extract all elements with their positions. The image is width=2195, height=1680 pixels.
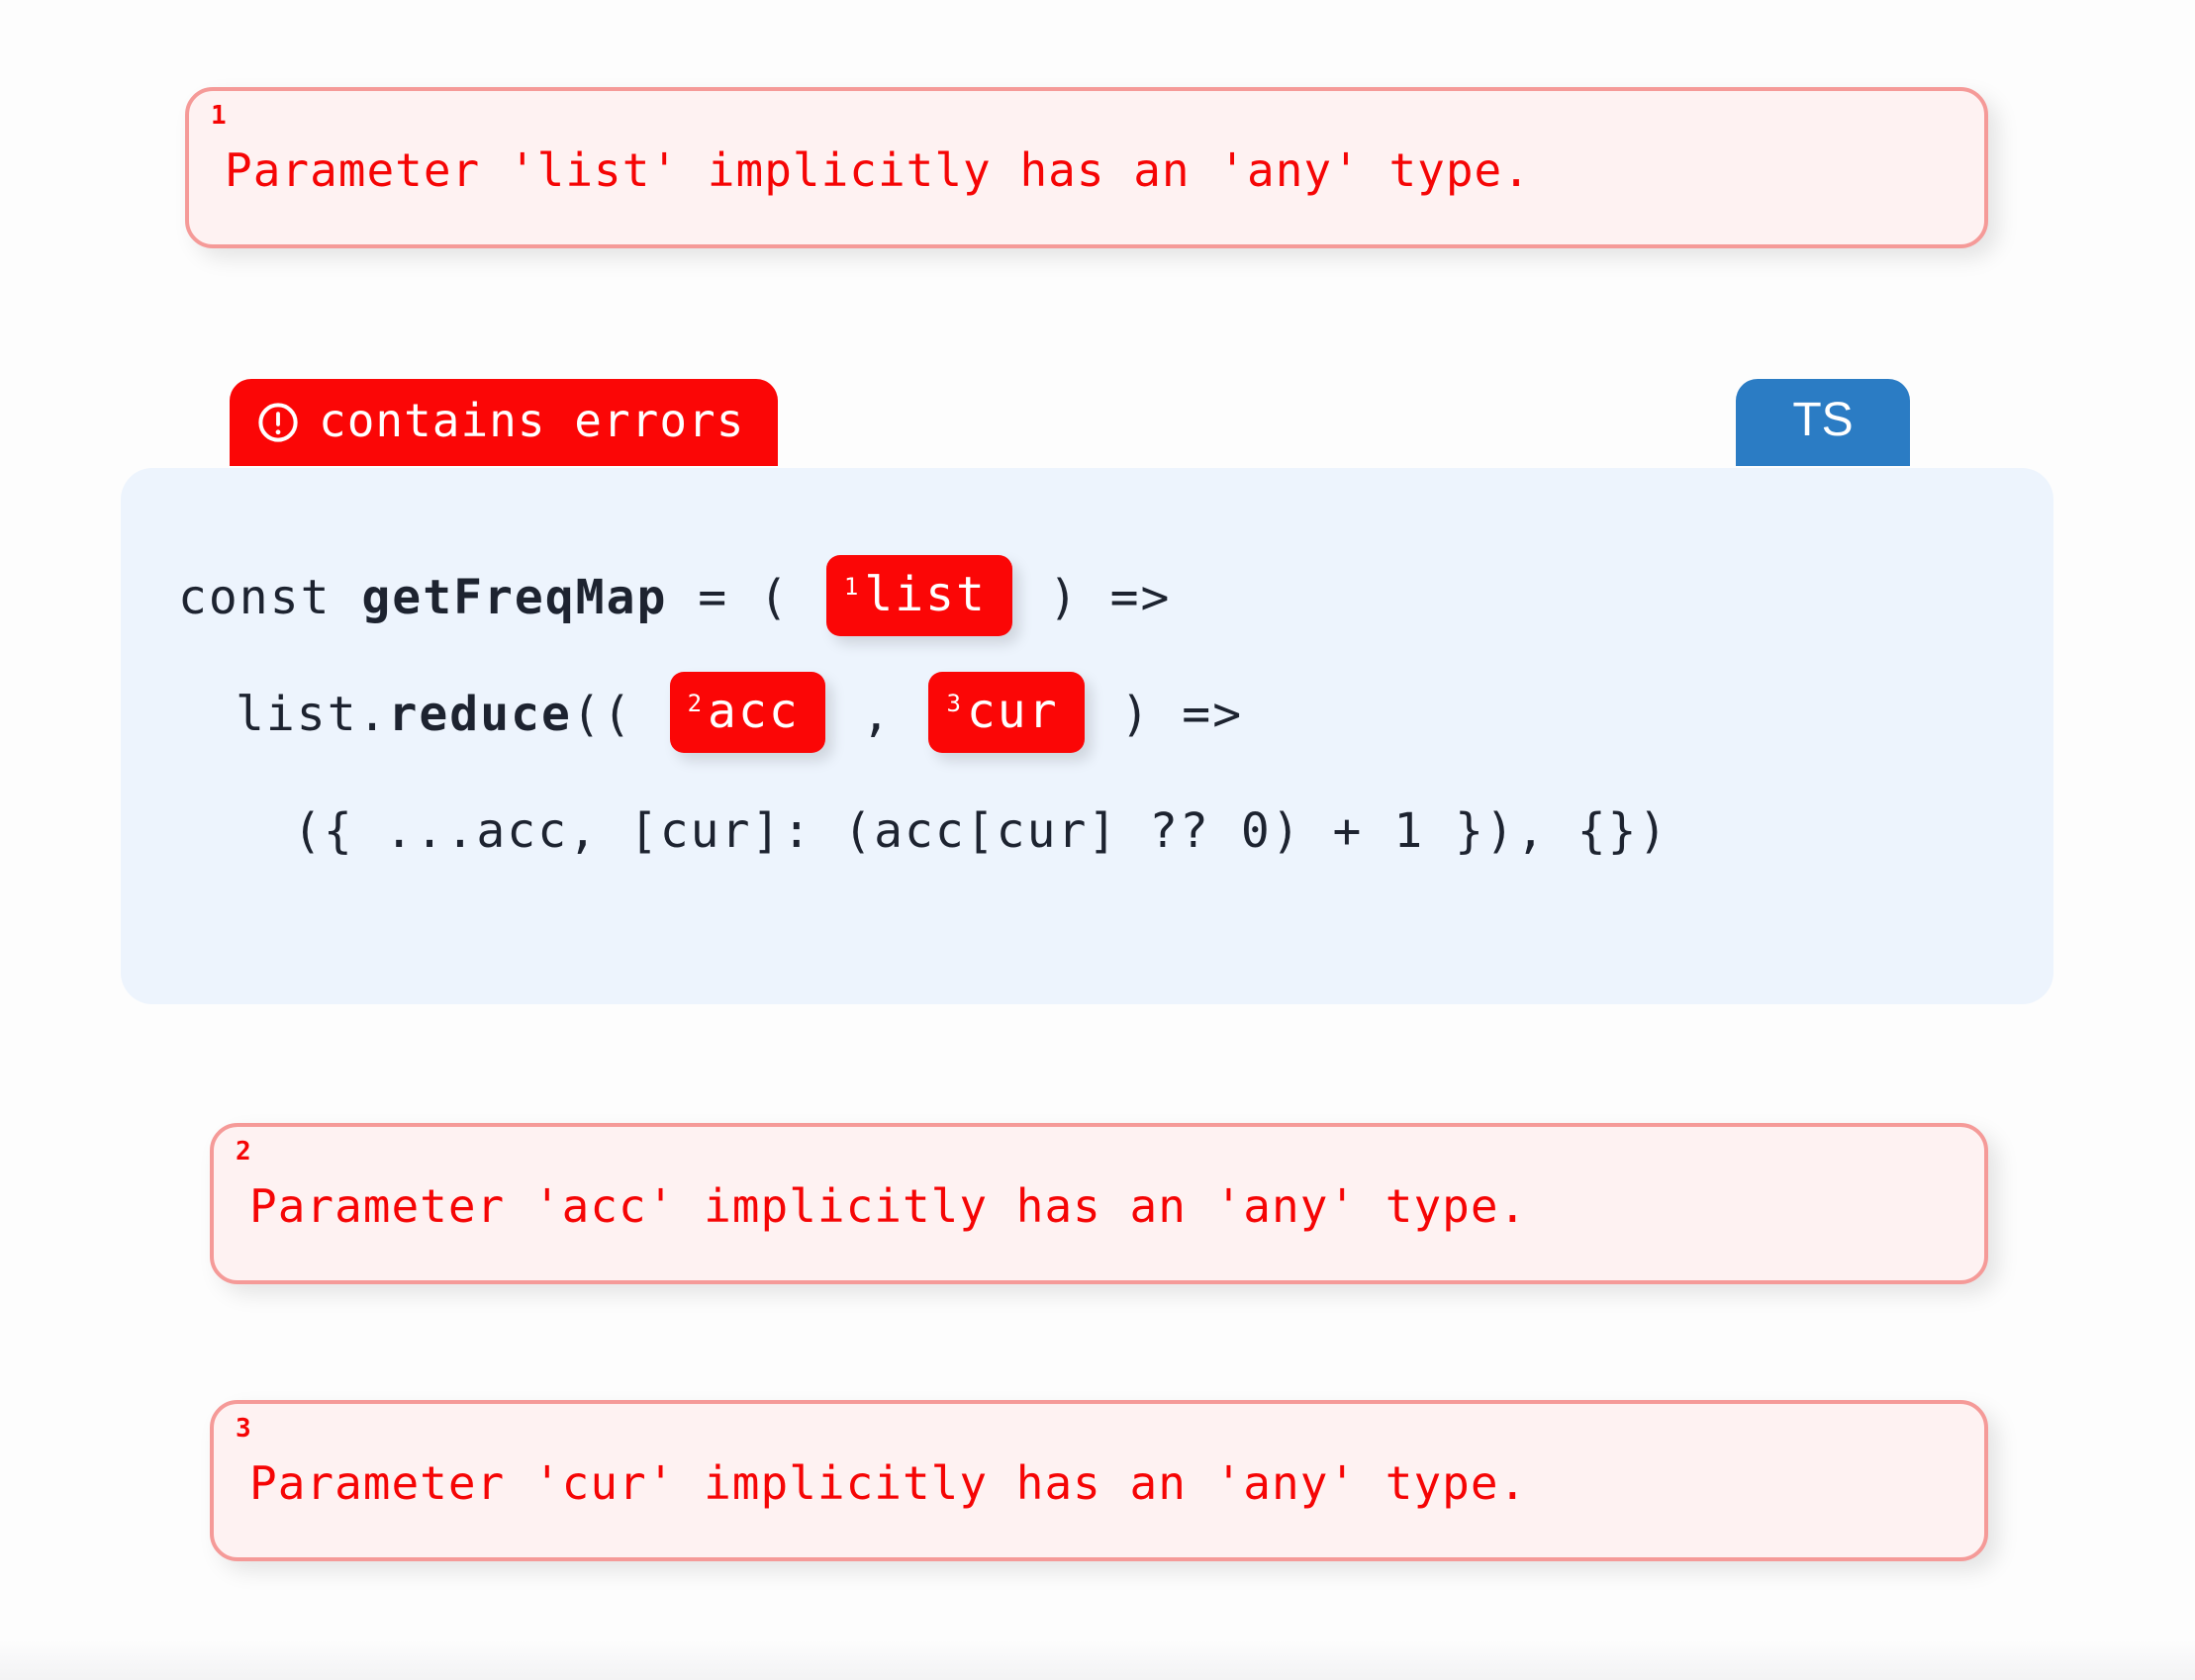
code-token: ,	[830, 687, 923, 742]
diagnostic-message-2: Parameter 'acc' implicitly has an 'any' …	[249, 1178, 1528, 1233]
code-token: getFreqMap	[361, 570, 668, 625]
code-token: = (	[667, 570, 820, 625]
error-token-marker: 3	[946, 690, 961, 717]
diagnostic-marker-2: 2	[236, 1137, 251, 1167]
code-token: const	[178, 570, 362, 625]
diagnostic-box-1: 1 Parameter 'list' implicitly has an 'an…	[185, 87, 1988, 248]
code-token: ({ ...acc, [cur]: (acc[cur] ?? 0) + 1 })…	[293, 803, 1670, 859]
code-line-3: ({ ...acc, [cur]: (acc[cur] ?? 0) + 1 })…	[178, 773, 2034, 889]
error-token-label: list	[864, 567, 987, 622]
code-token: ) =>	[1090, 687, 1244, 742]
code-token: ((	[571, 687, 664, 742]
diagnostic-box-2: 2 Parameter 'acc' implicitly has an 'any…	[210, 1123, 1988, 1284]
error-token-cur[interactable]: 3 cur	[928, 672, 1085, 753]
diagnostic-message-3: Parameter 'cur' implicitly has an 'any' …	[249, 1455, 1528, 1510]
diagnostic-box-3: 3 Parameter 'cur' implicitly has an 'any…	[210, 1400, 1988, 1561]
code-lines: const getFreqMap = ( 1 list ) => list. redu…	[178, 539, 2034, 889]
error-token-marker: 1	[843, 573, 859, 601]
alert-circle-icon	[258, 403, 298, 442]
contains-errors-label: contains errors	[319, 394, 745, 447]
diagnostic-marker-3: 3	[236, 1414, 251, 1444]
error-token-list[interactable]: 1 list	[825, 555, 1012, 636]
diagnostic-message-1: Parameter 'list' implicitly has an 'any'…	[225, 142, 1531, 197]
code-token: ) =>	[1017, 570, 1172, 625]
code-token: list.	[236, 687, 389, 742]
code-line-2: list. reduce(( 2 acc , 3 cur ) =>	[178, 656, 2034, 773]
error-token-marker: 2	[687, 690, 703, 717]
error-token-label: cur	[966, 684, 1059, 739]
page-canvas: 1 Parameter 'list' implicitly has an 'an…	[0, 0, 2195, 1680]
typescript-language-badge[interactable]: TS	[1736, 379, 1910, 466]
contains-errors-badge[interactable]: contains errors	[230, 379, 779, 466]
diagnostic-marker-1: 1	[211, 101, 227, 131]
code-line-1: const getFreqMap = ( 1 list ) =>	[178, 539, 2034, 656]
code-panel: const getFreqMap = ( 1 list ) => list. redu…	[121, 468, 2053, 1004]
code-token: reduce	[388, 687, 572, 742]
typescript-badge-label: TS	[1792, 394, 1854, 446]
error-token-acc[interactable]: 2 acc	[669, 672, 825, 753]
bottom-edge-strip	[0, 1640, 2195, 1680]
error-token-label: acc	[708, 684, 800, 739]
